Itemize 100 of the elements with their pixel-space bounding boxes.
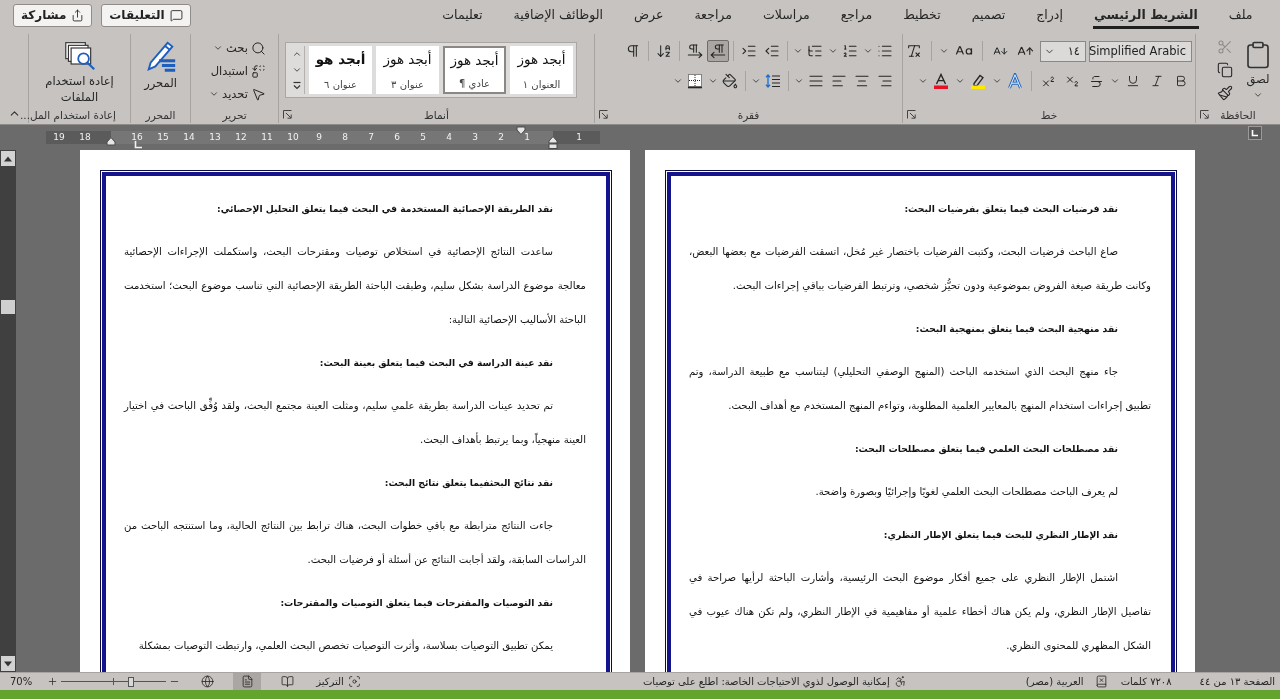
ribbon-tab[interactable]: تصميم	[970, 0, 1007, 29]
ribbon-tab[interactable]: الشريط الرئيسي	[1092, 0, 1199, 29]
accessibility-icon	[893, 675, 907, 688]
ruler-number: 13	[209, 133, 221, 142]
scroll-up-button[interactable]	[1, 151, 15, 166]
style-name: العنوان ١	[522, 79, 561, 90]
style-option[interactable]: أبجد هوز العنوان ١	[510, 46, 573, 94]
caret-icon	[209, 89, 220, 99]
select-button[interactable]: تحديد	[207, 83, 268, 105]
align-left-icon	[831, 73, 847, 89]
body-paragraph: اشتمل الإطار النظري على جميع أفكار موضوع البحث الرئيسية، وأشارت الباحثة لرأيها صراحة في تفاصيل الإطار النظري، ولم يكن هناك أخطاء علمية أو مفاهيمية في الإطار النظري، ولم تكن هناك عيوب في الشكل المظهري للمحتوى النظري.	[689, 570, 1151, 654]
section-heading: نقد عينة الدراسة في البحث فيما يتعلق بعينة البحث:	[318, 356, 554, 371]
font-name-dropdown[interactable]: Simplified Arabic	[1089, 40, 1192, 62]
tab-selector-button[interactable]	[1248, 126, 1262, 140]
language-label[interactable]: العربية (مصر)	[1025, 676, 1084, 687]
book-x-icon	[1094, 675, 1108, 688]
launcher-icon	[1199, 110, 1209, 119]
font-color-icon	[933, 73, 949, 89]
indent-marker-icon[interactable]	[548, 135, 558, 149]
find-button[interactable]: بحث	[211, 37, 268, 59]
dialog-launcher-button[interactable]	[281, 108, 293, 121]
pointer-icon	[251, 86, 266, 102]
caret-icon	[862, 46, 873, 56]
page-count[interactable]: الصفحة ١٣ من ٤٤	[1199, 676, 1275, 687]
indent-increase-icon	[741, 43, 757, 59]
align-right-icon	[877, 73, 893, 89]
remove-formatting-icon	[906, 43, 922, 59]
ruler-number: 4	[446, 133, 452, 142]
ribbon-tab[interactable]: الوظائف الإضافية	[512, 0, 604, 29]
share-button[interactable]: مشاركة	[13, 3, 93, 27]
copy-icon	[1217, 62, 1233, 78]
zoom-slider-thumb[interactable]	[127, 676, 134, 687]
more-icon	[291, 81, 302, 91]
align-center-icon	[854, 73, 870, 89]
dialog-launcher-button[interactable]	[905, 108, 917, 121]
style-option[interactable]: أبجد هوز عادي ¶	[443, 46, 506, 94]
ribbon-tab[interactable]: تخطيط	[902, 0, 942, 29]
focus-button[interactable]: التركيز	[313, 673, 364, 690]
reuse-files-button[interactable]: إعادة استخدام الملفات	[33, 38, 126, 108]
tab-stop-icon[interactable]	[134, 141, 142, 149]
caret-icon	[792, 46, 803, 56]
highlighter-icon	[970, 73, 986, 89]
caret-icon	[1109, 76, 1120, 86]
dotted-grid-icon	[687, 73, 703, 89]
style-option[interactable]: أبجد هوز عنوان ٣	[376, 46, 439, 94]
ruler-number: 14	[183, 133, 195, 142]
ribbon-tab[interactable]: مراسلات	[761, 0, 811, 29]
right-to-left-button[interactable]	[707, 40, 729, 62]
paste-button[interactable]: لصق	[1240, 38, 1276, 102]
caret-icon	[672, 76, 683, 86]
indent-marker-icon[interactable]	[516, 126, 526, 136]
scrollbar-thumb[interactable]	[1, 300, 15, 314]
section-heading: نقد فرضيات البحث فيما يتعلق بفرضيات البحث:	[903, 202, 1119, 217]
ribbon-tab[interactable]: مراجعة	[693, 0, 733, 29]
font-size-dropdown[interactable]: ١٤	[1040, 40, 1086, 62]
word-count[interactable]: ٧٢٠٨ كلمات	[1120, 676, 1172, 687]
ruler-number: 5	[420, 133, 426, 142]
section-heading: نقد الإطار النظري للبحث فيما يتعلق الإطار النظري:	[882, 528, 1119, 543]
section-heading: نقد التوصيات والمقترحات فيما يتعلق التوصيات والمقترحات:	[279, 596, 554, 611]
scissors-icon	[1217, 39, 1233, 55]
ribbon-tab[interactable]: عرض	[632, 0, 665, 29]
print-layout-button[interactable]	[233, 673, 262, 690]
search-icon	[251, 40, 266, 56]
superscript-icon	[1040, 73, 1056, 89]
group-label: تحرير	[221, 108, 248, 121]
comments-button[interactable]: التعليقات	[101, 3, 191, 27]
style-preview: أبجد هو	[315, 51, 366, 67]
style-option[interactable]: أبجد هو عنوان ٦	[309, 46, 372, 94]
body-paragraph: لم يعرف الباحث مصطلحات البحث العلمي لغويًا وإجرائيًا وبصورة واضحة.	[814, 485, 1119, 500]
section-heading: نقد نتائج البحثفيما يتعلق نتائج البحث:	[383, 476, 554, 491]
numbered-list-icon	[842, 43, 858, 59]
ribbon-tab[interactable]: مراجع	[839, 0, 874, 29]
group-label: فقرة	[736, 108, 761, 121]
ribbon-tab[interactable]: إدراج	[1035, 0, 1064, 29]
group-label: الحافظة	[1219, 108, 1257, 121]
style-preview: أبجد هوز	[517, 51, 566, 67]
pilcrow-right-icon	[687, 43, 703, 59]
accessibility-button[interactable]: إمكانية الوصول لذوي الاحتياجات الخاصة: اطلع على توصيات	[639, 673, 910, 690]
style-preview: أبجد هوز	[383, 51, 432, 67]
replace-button[interactable]: استبدال	[208, 60, 268, 82]
strikethrough-icon	[1088, 73, 1104, 89]
indent-marker-icon[interactable]	[106, 136, 116, 146]
scroll-down-button[interactable]	[1, 656, 15, 671]
chevron-up-icon	[291, 49, 302, 59]
outlined-letter-a-icon	[1007, 73, 1023, 89]
ruler-number: 3	[472, 133, 478, 142]
underline-icon	[1126, 74, 1140, 88]
focus-icon	[347, 675, 361, 688]
ruler-number: 11	[261, 133, 273, 142]
caret-icon	[991, 76, 1002, 86]
ribbon-tab[interactable]: ملف	[1227, 0, 1254, 29]
ribbon-tab[interactable]: تعليمات	[441, 0, 484, 29]
caret-icon	[938, 46, 949, 56]
dialog-launcher-button[interactable]	[1198, 108, 1210, 121]
caret-icon	[917, 76, 928, 86]
zoom-percent[interactable]: 70%	[10, 676, 33, 687]
frames-magnifier-icon	[63, 40, 96, 72]
editor-button[interactable]: المحرر	[140, 38, 181, 94]
ruler-number: 8	[342, 133, 348, 142]
dialog-launcher-button[interactable]	[597, 108, 609, 121]
